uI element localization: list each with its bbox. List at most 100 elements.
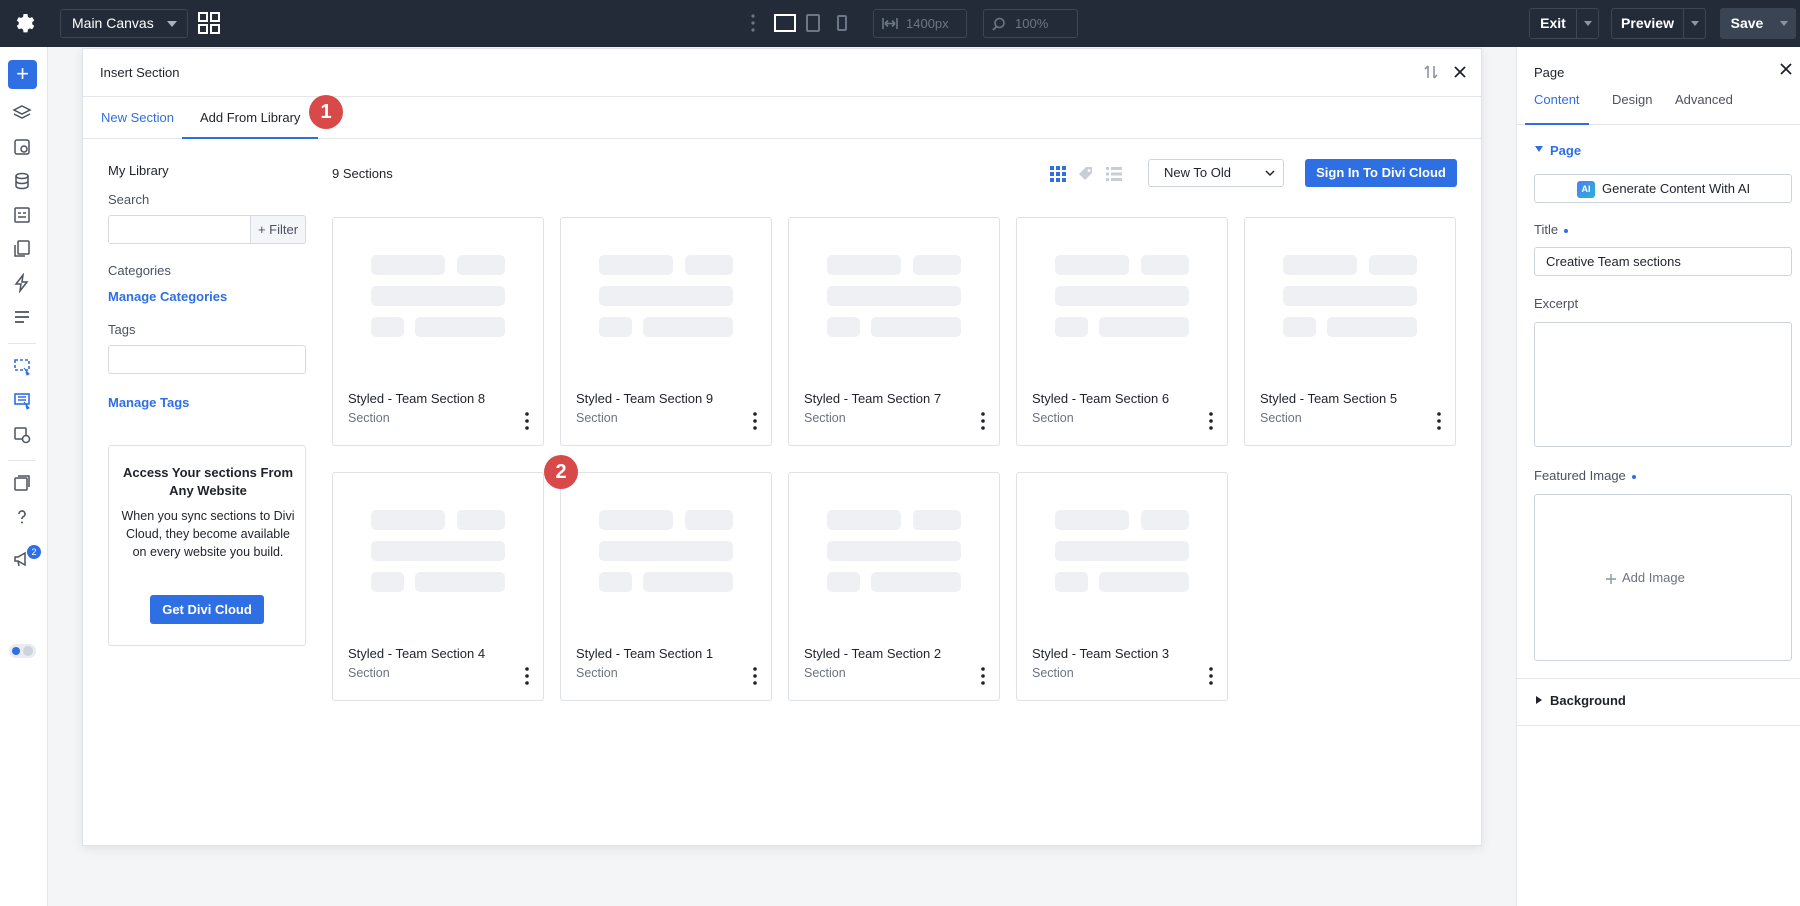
list-icon[interactable]: [12, 307, 32, 327]
more-vertical-icon[interactable]: [981, 412, 985, 430]
width-arrows-icon: [882, 18, 898, 29]
skeleton-bar: [685, 510, 733, 530]
skeleton-bar: [643, 572, 733, 592]
card-type: Section: [804, 411, 846, 425]
more-vertical-icon[interactable]: [1437, 412, 1441, 430]
tag-view-icon[interactable]: [1077, 165, 1095, 183]
add-image-label: Add Image: [1622, 570, 1685, 585]
skeleton-bar: [1055, 317, 1088, 337]
modal-title: Insert Section: [100, 65, 180, 80]
module-settings-icon[interactable]: [12, 425, 32, 445]
canvas-width-field[interactable]: 1400px: [873, 9, 967, 38]
more-vertical-icon[interactable]: [751, 14, 755, 32]
layout-icon[interactable]: [12, 205, 32, 225]
filter-button[interactable]: + Filter: [251, 215, 306, 244]
pages-icon[interactable]: [12, 239, 32, 259]
save-button[interactable]: Save: [1720, 8, 1796, 39]
tab-add-from-library[interactable]: Add From Library: [182, 97, 319, 139]
more-vertical-icon[interactable]: [981, 667, 985, 685]
canvas-select[interactable]: Main Canvas: [60, 9, 188, 38]
modal-tabs: New Section Add From Library: [83, 97, 1481, 139]
modified-dot: [1564, 228, 1569, 233]
featured-image-dropzone[interactable]: Add Image: [1534, 494, 1792, 661]
library-card[interactable]: Styled - Team Section 8 Section: [332, 217, 544, 446]
more-vertical-icon[interactable]: [1209, 667, 1213, 685]
library-card[interactable]: Styled - Team Section 9 Section: [560, 217, 772, 446]
categories-label: Categories: [108, 263, 171, 278]
database-icon[interactable]: [12, 171, 32, 191]
more-vertical-icon[interactable]: [753, 667, 757, 685]
tab-advanced[interactable]: Advanced: [1666, 83, 1742, 125]
skeleton-bar: [1099, 572, 1189, 592]
exit-dropdown-icon[interactable]: [1576, 9, 1598, 38]
library-card[interactable]: Styled - Team Section 3 Section: [1016, 472, 1228, 701]
search-input[interactable]: [108, 215, 251, 244]
more-vertical-icon[interactable]: [525, 667, 529, 685]
library-card[interactable]: Styled - Team Section 6 Section: [1016, 217, 1228, 446]
card-title: Styled - Team Section 5: [1260, 391, 1398, 406]
card-title: Styled - Team Section 2: [804, 646, 942, 661]
library-heading: My Library: [108, 163, 169, 178]
more-vertical-icon[interactable]: [525, 412, 529, 430]
help-icon[interactable]: [12, 507, 32, 527]
list-view-icon[interactable]: [1105, 165, 1123, 183]
skeleton-bar: [599, 286, 733, 306]
preview-button[interactable]: Preview: [1611, 8, 1706, 39]
skeleton-bar: [1055, 541, 1189, 561]
ai-icon: AI: [1577, 181, 1595, 198]
expand-triangle-icon[interactable]: [1535, 146, 1543, 152]
tags-input[interactable]: [108, 345, 306, 374]
manage-tags-link[interactable]: Manage Tags: [108, 395, 189, 410]
preview-dropdown-icon[interactable]: [1683, 9, 1705, 38]
sort-order-select[interactable]: New To Old: [1148, 159, 1284, 187]
canvas-width-value: 1400px: [906, 16, 949, 31]
library-card[interactable]: Styled - Team Section 1 Section: [560, 472, 772, 701]
zoom-field[interactable]: 100%: [983, 9, 1078, 38]
library-card[interactable]: Styled - Team Section 2 Section: [788, 472, 1000, 701]
exit-button[interactable]: Exit: [1529, 8, 1599, 39]
grid-apps-icon[interactable]: [198, 12, 220, 34]
get-divi-cloud-button[interactable]: Get Divi Cloud: [150, 595, 264, 624]
card-title: Styled - Team Section 1: [576, 646, 714, 661]
background-section-toggle[interactable]: Background: [1550, 693, 1626, 708]
card-type: Section: [1032, 666, 1074, 680]
tab-content[interactable]: Content: [1525, 83, 1589, 125]
insert-row-icon[interactable]: [12, 391, 32, 411]
cloud-promo-text: When you sync sections to Divi Cloud, th…: [121, 509, 295, 559]
tab-new-section[interactable]: New Section: [83, 97, 192, 139]
collapse-triangle-icon[interactable]: [1536, 696, 1542, 704]
sort-arrows-icon[interactable]: [1423, 63, 1439, 81]
theme-builder-icon[interactable]: [12, 137, 32, 157]
save-dropdown-icon[interactable]: [1773, 9, 1795, 38]
tablet-view-icon[interactable]: [806, 12, 820, 34]
excerpt-label: Excerpt: [1534, 296, 1579, 311]
layers-icon[interactable]: [12, 103, 32, 123]
sign-in-divi-cloud-button[interactable]: Sign In To Divi Cloud: [1305, 159, 1457, 187]
phone-view-icon[interactable]: [836, 12, 848, 34]
skeleton-bar: [371, 510, 445, 530]
page-section-toggle[interactable]: Page: [1550, 143, 1581, 158]
library-card[interactable]: Styled - Team Section 5 Section: [1244, 217, 1456, 446]
insert-section-icon[interactable]: [12, 357, 32, 377]
library-card[interactable]: Styled - Team Section 4 Section: [332, 472, 544, 701]
add-button[interactable]: +: [8, 60, 37, 89]
desktop-view-icon[interactable]: [774, 12, 796, 34]
close-icon[interactable]: [1778, 61, 1794, 77]
zoom-value: 100%: [1015, 16, 1049, 31]
title-input[interactable]: Creative Team sections: [1534, 247, 1792, 276]
generate-ai-button[interactable]: AI Generate Content With AI: [1534, 174, 1792, 203]
grid-view-icon[interactable]: [1049, 165, 1067, 183]
close-icon[interactable]: [1451, 63, 1469, 81]
windows-icon[interactable]: [12, 473, 32, 493]
card-type: Section: [348, 411, 390, 425]
library-card[interactable]: Styled - Team Section 7 Section: [788, 217, 1000, 446]
lightning-icon[interactable]: [12, 273, 32, 293]
mode-toggle[interactable]: [9, 644, 36, 658]
tab-design[interactable]: Design: [1603, 83, 1661, 125]
excerpt-textarea[interactable]: [1534, 322, 1792, 447]
more-vertical-icon[interactable]: [753, 412, 757, 430]
manage-categories-link[interactable]: Manage Categories: [108, 289, 227, 304]
gear-icon[interactable]: [12, 11, 36, 35]
featured-image-label: Featured Image: [1534, 468, 1636, 483]
more-vertical-icon[interactable]: [1209, 412, 1213, 430]
